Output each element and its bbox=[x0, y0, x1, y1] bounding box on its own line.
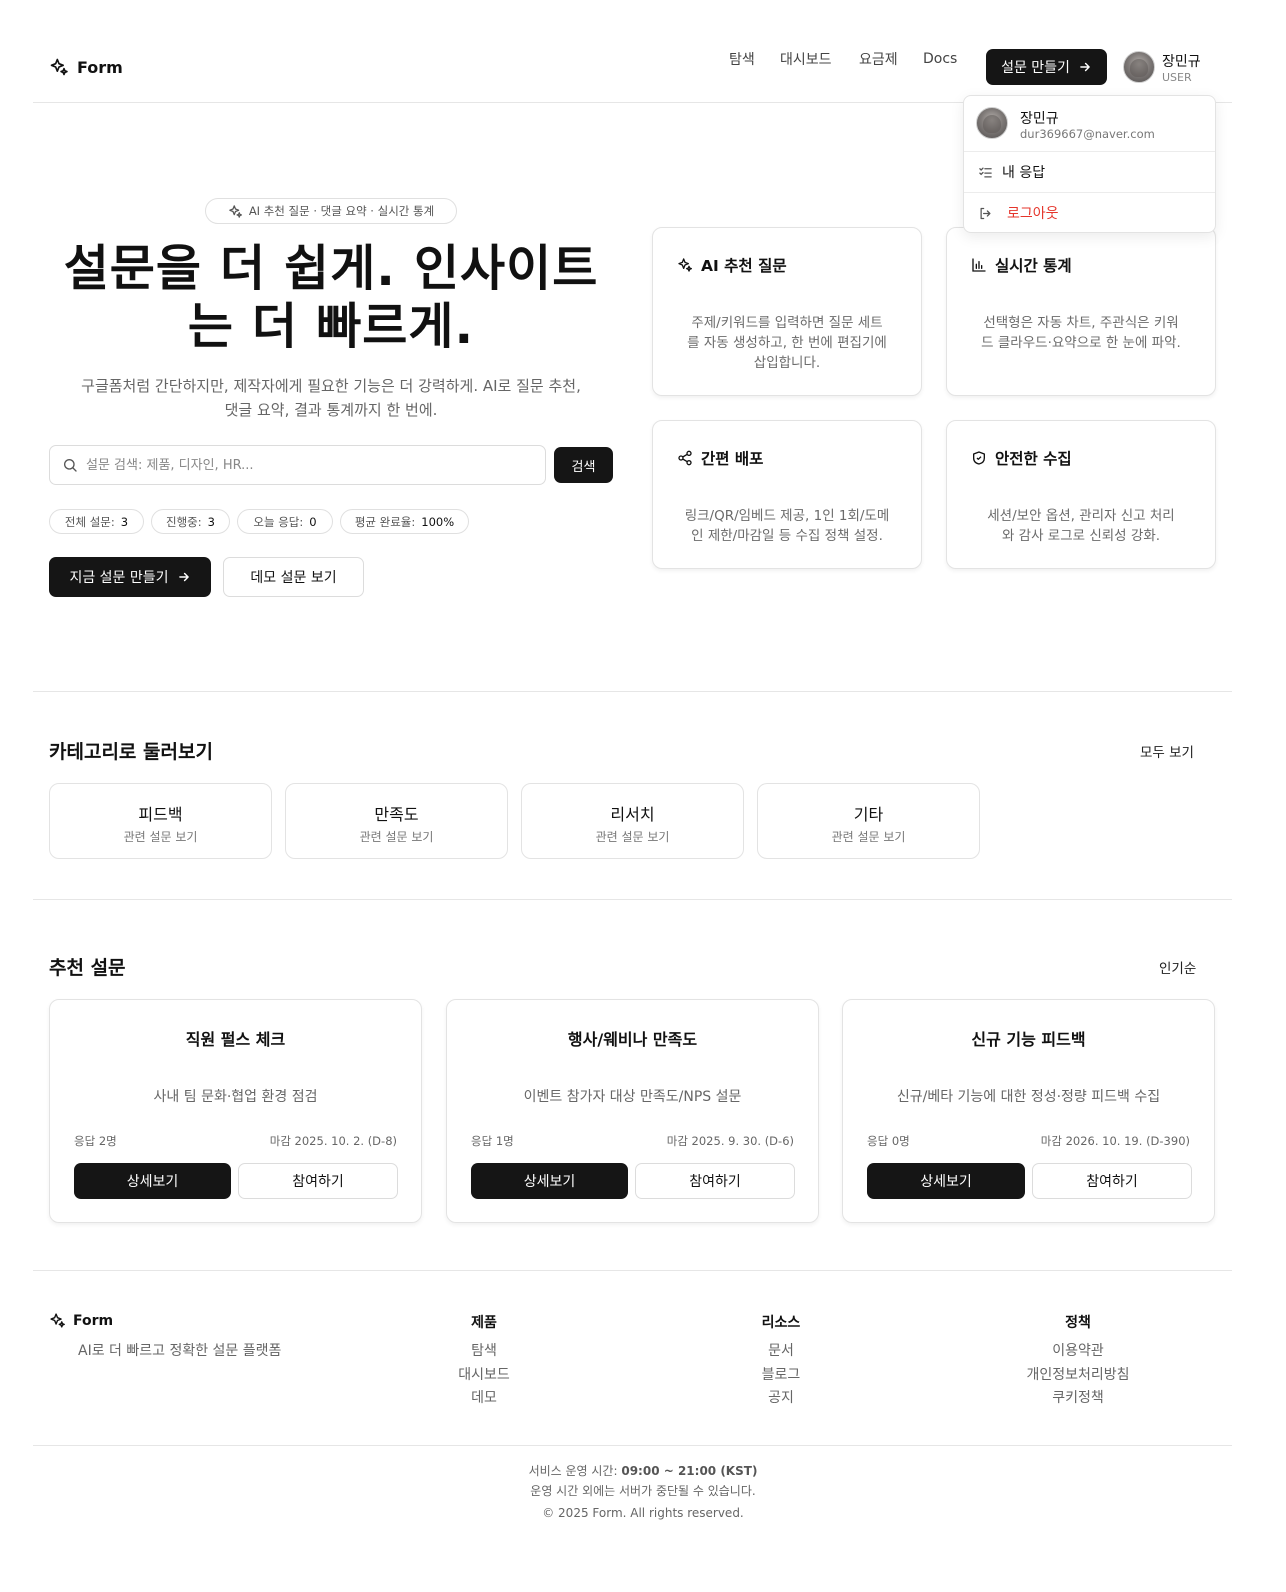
feature-card-secure-collection: 안전한 수집 세션/보안 옵션, 관리자 신고 처리 와 감사 로그로 신뢰성 … bbox=[946, 420, 1216, 569]
avatar[interactable] bbox=[1123, 51, 1155, 83]
feature-description: 세션/보안 옵션, 관리자 신고 처리 와 감사 로그로 신뢰성 강화. bbox=[987, 508, 1175, 544]
category-card-feedback[interactable]: 피드백 관련 설문 보기 bbox=[49, 783, 272, 859]
logout-icon bbox=[978, 206, 993, 221]
nav-explore[interactable]: 탐색 bbox=[729, 49, 755, 69]
footer-link[interactable]: 이용약관 bbox=[1008, 1340, 1148, 1360]
sparkles-icon bbox=[228, 204, 243, 219]
stat-today-responses: 오늘 응답: 0 bbox=[237, 509, 333, 534]
footer-link[interactable]: 데모 bbox=[414, 1387, 554, 1407]
brand-name: Form bbox=[77, 57, 123, 77]
bar-chart-icon bbox=[971, 257, 987, 273]
footer-tagline: AI로 더 빠르고 정확한 설문 플랫폼 bbox=[78, 1343, 282, 1359]
hero-subtitle: 구글폼처럼 간단하지만, 제작자에게 필요한 기능은 더 강력하게. AI로 질… bbox=[81, 377, 581, 419]
category-card-research[interactable]: 리서치 관련 설문 보기 bbox=[521, 783, 744, 859]
list-check-icon bbox=[978, 165, 993, 180]
join-button[interactable]: 참여하기 bbox=[238, 1163, 398, 1199]
nav-pricing[interactable]: 요금제 bbox=[859, 49, 898, 69]
service-hours: 서비스 운영 시간: 09:00 ~ 21:00 (KST) bbox=[528, 1464, 758, 1478]
footer-col-title: 정책 bbox=[1065, 1315, 1091, 1331]
detail-button[interactable]: 상세보기 bbox=[471, 1163, 628, 1199]
footer-brand[interactable]: Form bbox=[49, 1312, 113, 1329]
category-card-other[interactable]: 기타 관련 설문 보기 bbox=[757, 783, 980, 859]
user-name[interactable]: 장민규 bbox=[1162, 51, 1201, 71]
response-count: 응답 2명 bbox=[74, 1134, 117, 1148]
recommended-title: 추천 설문 bbox=[49, 957, 126, 979]
detail-button[interactable]: 상세보기 bbox=[74, 1163, 231, 1199]
feature-description: 주제/키워드를 입력하면 질문 세트 를 자동 생성하고, 한 번에 편집기에 … bbox=[687, 315, 887, 371]
response-count: 응답 0명 bbox=[867, 1134, 910, 1148]
response-count: 응답 1명 bbox=[471, 1134, 514, 1148]
share-icon bbox=[677, 450, 693, 466]
brand-logo[interactable]: Form bbox=[49, 57, 123, 77]
arrow-right-icon bbox=[1078, 60, 1092, 74]
survey-card: 행사/웨비나 만족도 이벤트 참가자 대상 만족도/NPS 설문 응답 1명 마… bbox=[446, 999, 819, 1223]
footer-divider bbox=[33, 1270, 1232, 1271]
logout-menu-item[interactable]: 로그아웃 bbox=[964, 193, 1215, 233]
search-box[interactable] bbox=[49, 445, 546, 485]
stat-in-progress: 진행중: 3 bbox=[151, 509, 230, 534]
sparkles-icon bbox=[49, 57, 69, 77]
deadline: 마감 2025. 10. 2. (D-8) bbox=[269, 1134, 397, 1148]
sparkles-icon bbox=[49, 1312, 66, 1329]
see-all-link[interactable]: 모두 보기 bbox=[1140, 741, 1194, 761]
footer-link[interactable]: 개인정보처리방침 bbox=[1008, 1364, 1148, 1384]
dropdown-user-name: 장민규 bbox=[1020, 111, 1059, 127]
survey-card: 직원 펄스 체크 사내 팀 문화·협업 환경 점검 응답 2명 마감 2025.… bbox=[49, 999, 422, 1223]
user-dropdown: 장민규 dur369667@naver.com 내 응답 로그아웃 bbox=[963, 95, 1216, 233]
feature-card-easy-distribution: 간편 배포 링크/QR/임베드 제공, 1인 1회/도메 인 제한/마감일 등 … bbox=[652, 420, 922, 569]
my-responses-menu-item[interactable]: 내 응답 bbox=[964, 152, 1215, 192]
footer-col-title: 제품 bbox=[471, 1315, 497, 1331]
survey-card: 신규 기능 피드백 신규/베타 기능에 대한 정성·정량 피드백 수집 응답 0… bbox=[842, 999, 1215, 1223]
logout-label: 로그아웃 bbox=[1007, 206, 1059, 222]
feature-description: 링크/QR/임베드 제공, 1인 1회/도메 인 제한/마감일 등 수집 정책 … bbox=[684, 508, 890, 544]
nav-dashboard[interactable]: 대시보드 bbox=[780, 49, 832, 69]
feature-description: 선택형은 자동 차트, 주관식은 키워 드 클라우드·요약으로 한 눈에 파악. bbox=[981, 315, 1181, 351]
footer-col-title: 리소스 bbox=[761, 1315, 801, 1331]
stat-total-surveys: 전체 설문: 3 bbox=[49, 509, 144, 534]
avatar bbox=[976, 107, 1008, 139]
footer-link[interactable]: 탐색 bbox=[414, 1340, 554, 1360]
service-notice: 운영 시간 외에는 서버가 중단될 수 있습니다. bbox=[530, 1484, 756, 1498]
category-card-satisfaction[interactable]: 만족도 관련 설문 보기 bbox=[285, 783, 508, 859]
nav-docs[interactable]: Docs bbox=[923, 51, 957, 67]
categories-title: 카테고리로 둘러보기 bbox=[49, 741, 213, 763]
shield-check-icon bbox=[971, 450, 987, 466]
feature-pill: AI 추천 질문 · 댓글 요약 · 실시간 통계 bbox=[205, 198, 457, 224]
create-survey-button[interactable]: 설문 만들기 bbox=[986, 49, 1107, 85]
sort-popular-link[interactable]: 인기순 bbox=[1159, 957, 1196, 977]
footer-link[interactable]: 블로그 bbox=[711, 1364, 851, 1384]
footer-bottom-divider bbox=[33, 1445, 1232, 1446]
feature-card-realtime-stats: 실시간 통계 선택형은 자동 차트, 주관식은 키워 드 클라우드·요약으로 한… bbox=[946, 227, 1216, 396]
dropdown-user-email: dur369667@naver.com bbox=[1020, 127, 1155, 141]
stat-avg-completion: 평균 완료율: 100% bbox=[340, 509, 469, 534]
search-button[interactable]: 검색 bbox=[554, 447, 613, 483]
search-icon bbox=[62, 457, 78, 473]
section-divider bbox=[33, 899, 1232, 900]
demo-survey-button[interactable]: 데모 설문 보기 bbox=[223, 557, 364, 597]
join-button[interactable]: 참여하기 bbox=[635, 1163, 795, 1199]
footer-link[interactable]: 문서 bbox=[711, 1340, 851, 1360]
detail-button[interactable]: 상세보기 bbox=[867, 1163, 1025, 1199]
user-role: USER bbox=[1162, 71, 1192, 84]
arrow-right-icon bbox=[177, 570, 191, 584]
hero-title: 설문을 더 쉽게. 인사이트 는 더 빠르게. bbox=[63, 240, 599, 355]
footer-link[interactable]: 대시보드 bbox=[414, 1364, 554, 1384]
deadline: 마감 2026. 10. 19. (D-390) bbox=[1040, 1134, 1190, 1148]
search-input[interactable] bbox=[86, 457, 526, 473]
sparkles-icon bbox=[677, 257, 693, 273]
footer-link[interactable]: 쿠키정책 bbox=[1008, 1387, 1148, 1407]
join-button[interactable]: 참여하기 bbox=[1032, 1163, 1192, 1199]
copyright: © 2025 Form. All rights reserved. bbox=[542, 1506, 744, 1520]
feature-card-ai-questions: AI 추천 질문 주제/키워드를 입력하면 질문 세트 를 자동 생성하고, 한… bbox=[652, 227, 922, 396]
create-survey-now-button[interactable]: 지금 설문 만들기 bbox=[49, 557, 211, 597]
section-divider bbox=[33, 691, 1232, 692]
footer-link[interactable]: 공지 bbox=[711, 1387, 851, 1407]
deadline: 마감 2025. 9. 30. (D-6) bbox=[666, 1134, 794, 1148]
